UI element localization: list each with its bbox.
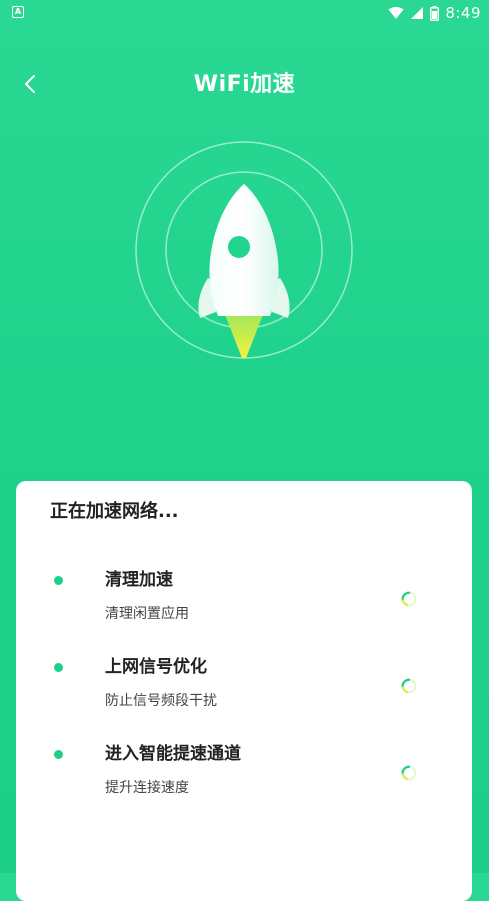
task-subtitle: 清理闲置应用 (105, 606, 189, 622)
status-time: 8:49 (445, 4, 481, 22)
rocket-icon (135, 141, 353, 359)
notification-app-icon: A (12, 6, 24, 18)
loading-spinner-icon (401, 591, 417, 607)
task-bullet (54, 663, 63, 672)
task-bullet (54, 750, 63, 759)
battery-icon (430, 5, 440, 21)
acceleration-card: 正在加速网络... 清理加速 清理闲置应用 上网信号优化 防止信号频段干扰 进入… (16, 481, 472, 901)
task-item-boost: 进入智能提速通道 提升连接速度 (16, 741, 472, 811)
wifi-icon (388, 7, 404, 20)
loading-spinner-icon (401, 765, 417, 781)
task-subtitle: 防止信号频段干扰 (105, 693, 217, 709)
status-bar: A 8:49 (0, 0, 489, 26)
task-subtitle: 提升连接速度 (105, 780, 189, 796)
task-bullet (54, 576, 63, 585)
status-icons: 8:49 (388, 3, 481, 23)
loading-spinner-icon (401, 678, 417, 694)
task-item-signal: 上网信号优化 防止信号频段干扰 (16, 654, 472, 724)
page-title: WiFi加速 (193, 72, 296, 97)
task-item-clean: 清理加速 清理闲置应用 (16, 567, 472, 637)
rocket-window (228, 236, 250, 258)
hero-rocket (134, 140, 354, 360)
task-title: 进入智能提速通道 (105, 744, 241, 764)
task-title: 上网信号优化 (105, 657, 207, 677)
task-title: 清理加速 (105, 570, 173, 590)
card-title: 正在加速网络... (50, 501, 179, 522)
rocket-flame (224, 312, 264, 358)
cell-signal-icon (411, 7, 424, 19)
